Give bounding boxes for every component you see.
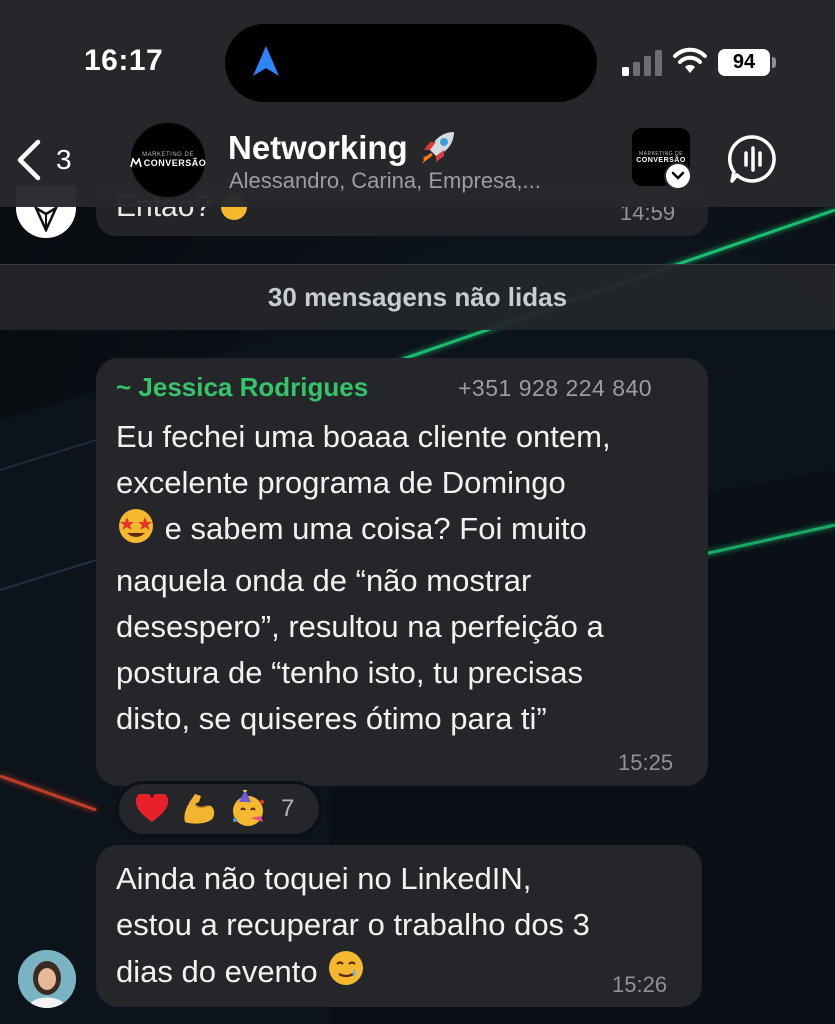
group-avatar[interactable]: MARKETING DE CONVERSÃO — [129, 122, 207, 198]
message-text: Ainda não toquei no LinkedIN, estou a re… — [116, 856, 686, 1001]
smiling-face-with-tear-emoji-icon — [326, 948, 366, 1001]
heart-emoji — [135, 794, 169, 822]
message-line: excelente programa de Domingo — [116, 465, 566, 500]
group-members: Alessandro, Carina, Empresa,... — [229, 168, 541, 193]
message-line: naquela onda de “não mostrar — [116, 563, 532, 598]
message-time: 15:25 — [618, 750, 674, 775]
message-text: Eu fechei uma boaaa cliente ontem, excel… — [116, 414, 698, 742]
sender-avatar[interactable] — [18, 950, 76, 1008]
message-line: disto, se quiseres ótimo para ti” — [116, 701, 547, 736]
back-button[interactable]: 3 — [16, 136, 96, 184]
message-line: desespero”, resultou na perfeição a — [116, 609, 604, 644]
dynamic-island — [225, 24, 597, 102]
wifi-icon — [673, 47, 707, 73]
chevron-down-icon — [671, 171, 685, 180]
profile-photo-icon — [18, 950, 76, 1008]
reaction-count: 7 — [281, 795, 295, 822]
sender-name[interactable]: ~ Jessica Rodrigues — [116, 372, 368, 403]
avatar-logo-big-text: CONVERSÃO — [143, 158, 207, 168]
unread-chats-count: 3 — [56, 144, 72, 175]
message-line-with-emoji: e sabem uma coisa? Foi muito — [116, 506, 698, 558]
message-line: Eu fechei uma boaaa cliente ontem, — [116, 419, 611, 454]
rocket-icon — [421, 132, 454, 164]
sender-phone: +351 928 224 840 — [458, 375, 653, 401]
message-time: 15:26 — [612, 972, 668, 997]
group-title[interactable]: Networking — [228, 128, 458, 168]
voice-call-icon[interactable] — [728, 134, 778, 184]
message-line: estou a recuperar o trabalho dos 3 — [116, 907, 590, 942]
chevron-left-icon — [17, 139, 41, 181]
message-line-with-emoji: dias do evento — [116, 948, 686, 1001]
chat-header: 16:17 94 3 MARKETING DE CONVERSÃO Networ… — [0, 0, 835, 207]
status-time: 16:17 — [84, 44, 164, 77]
message-line: postura de “tenho isto, tu precisas — [116, 655, 583, 690]
party-face-emoji — [233, 790, 264, 826]
reactions-pill[interactable]: 7 — [116, 781, 322, 837]
star-struck-emoji-icon — [116, 507, 156, 558]
battery-icon: 94 — [718, 49, 770, 76]
unread-messages-divider: 30 mensagens não lidas — [0, 264, 835, 330]
flexed-biceps-emoji — [184, 794, 215, 824]
signal-icon — [622, 50, 662, 76]
location-arrow-icon — [253, 46, 279, 76]
message-line: Ainda não toquei no LinkedIN, — [116, 861, 532, 896]
community-badge[interactable] — [664, 162, 692, 190]
battery-tip — [772, 57, 776, 68]
logo-m-icon — [129, 158, 142, 168]
group-name: Networking — [228, 129, 408, 166]
